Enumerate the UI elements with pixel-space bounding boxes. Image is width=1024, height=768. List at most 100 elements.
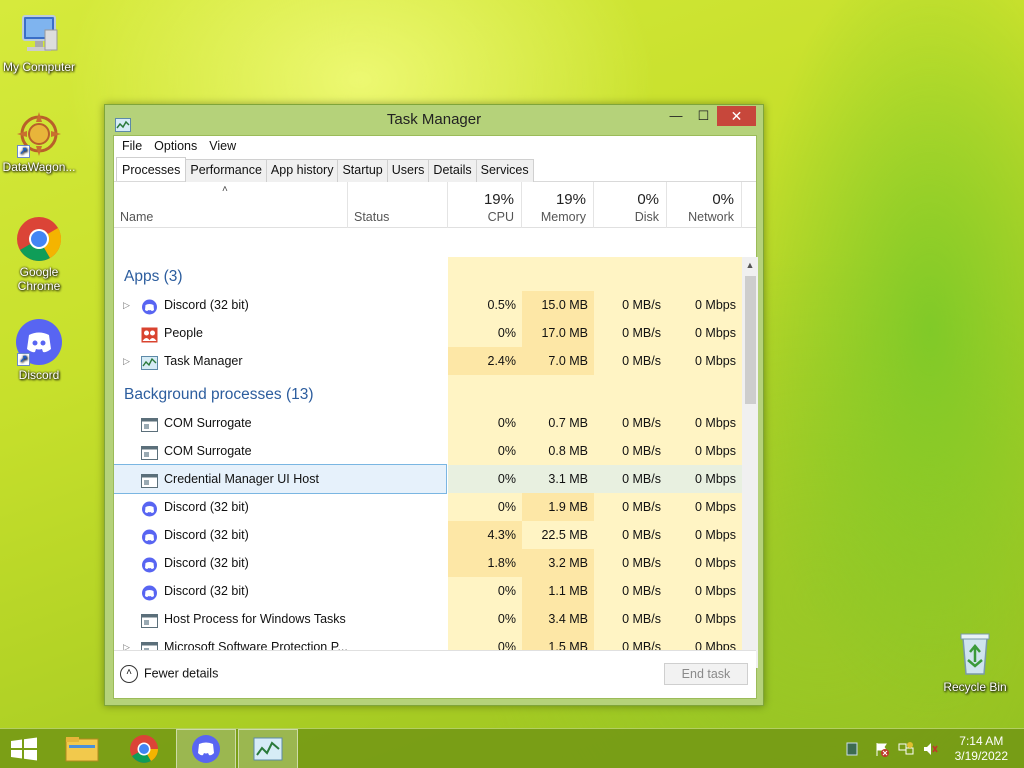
scroll-up-icon[interactable]: ▲: [742, 257, 758, 273]
tab-processes[interactable]: Processes: [116, 157, 187, 181]
process-row[interactable]: ▷ Task Manager 2.4% 7.0 MB 0 MB/s 0 Mbps: [114, 347, 742, 375]
column-header-cpu[interactable]: 19% CPU: [448, 182, 522, 228]
footer-bar: ˄ Fewer details End task: [114, 650, 756, 698]
volume-muted-icon[interactable]: [922, 741, 938, 757]
taskbar-file-explorer[interactable]: [52, 729, 112, 768]
menu-file[interactable]: File: [116, 136, 148, 156]
close-button[interactable]: ✕: [717, 106, 756, 126]
process-icon: [141, 443, 158, 460]
tab-app-history[interactable]: App history: [265, 159, 339, 182]
column-header-memory[interactable]: 19% Memory: [522, 182, 594, 228]
process-row[interactable]: Credential Manager UI Host 0% 3.1 MB 0 MB/s…: [114, 464, 742, 494]
disk-cell: 0 MB/s: [622, 528, 661, 542]
process-icon: [141, 415, 158, 432]
desktop-icon-label: My Computer: [2, 60, 76, 74]
taskbar-task-manager[interactable]: [238, 729, 298, 768]
system-clock[interactable]: 7:14 AM 3/19/2022: [955, 734, 1008, 764]
cpu-cell: 0%: [497, 416, 516, 430]
mem-cell: 7.0 MB: [522, 347, 594, 375]
people-icon: [141, 325, 158, 343]
name-cell: COM Surrogate: [114, 437, 446, 465]
minimize-button[interactable]: —: [662, 106, 690, 126]
name-cell: Discord (32 bit): [114, 577, 446, 605]
tab-details[interactable]: Details: [428, 159, 477, 182]
name-cell: Apps (3): [114, 263, 446, 291]
name-cell: Host Process for Windows Tasks: [114, 605, 446, 633]
net-cell: 0 Mbps: [695, 528, 736, 542]
process-row[interactable]: COM Surrogate 0% 0.8 MB 0 MB/s 0 Mbps: [114, 437, 742, 465]
sort-ascending-icon: ˄: [222, 184, 228, 195]
net-cell: 0 Mbps: [695, 416, 736, 430]
process-row[interactable]: Discord (32 bit) 0% 1.9 MB 0 MB/s 0 Mbps: [114, 493, 742, 521]
disk-cell: 0 MB/s: [622, 556, 661, 570]
group-label: Background processes (13): [124, 386, 314, 403]
desktop-icon-label: Recycle Bin: [943, 680, 1007, 694]
flag-icon[interactable]: [874, 741, 890, 757]
discord-icon: [141, 297, 158, 315]
cpu-cell: 1.8%: [448, 549, 522, 577]
net-cell: 0 Mbps: [695, 584, 736, 598]
column-header-disk[interactable]: 0% Disk: [594, 182, 667, 228]
network-icon[interactable]: [898, 741, 914, 757]
process-name: COM Surrogate: [164, 444, 252, 458]
desktop-icon-discord[interactable]: ↗ Discord: [0, 318, 78, 382]
process-row[interactable]: Discord (32 bit) 0% 1.1 MB 0 MB/s 0 Mbps: [114, 577, 742, 605]
menu-bar: File Options View: [114, 136, 756, 156]
shortcut-arrow-icon: ↗: [17, 145, 30, 158]
start-icon: [11, 737, 37, 761]
desktop-icon-datawagon[interactable]: ↗ DataWagon...: [0, 110, 78, 174]
taskbar-chrome[interactable]: [114, 729, 174, 768]
group-header[interactable]: Apps (3): [114, 263, 742, 291]
clock-time: 7:14 AM: [959, 734, 1004, 748]
desktop-icon-my-computer[interactable]: My Computer: [0, 10, 78, 74]
memory-total: 19%: [555, 191, 586, 208]
disk-cell: 0 MB/s: [622, 584, 661, 598]
mem-cell: 3.1 MB: [522, 465, 594, 493]
action-center-icon[interactable]: [844, 741, 860, 757]
process-row[interactable]: Host Process for Windows Tasks 0% 3.4 MB 0 …: [114, 605, 742, 633]
scrollbar-thumb[interactable]: [745, 276, 756, 404]
cpu-total: 19%: [483, 191, 514, 208]
tab-services[interactable]: Services: [475, 159, 534, 182]
column-header-status[interactable]: Status: [348, 182, 448, 228]
process-row[interactable]: Discord (32 bit) 4.3% 22.5 MB 0 MB/s 0 Mbps: [114, 521, 742, 549]
process-icon: [141, 611, 158, 628]
discord-icon: [192, 735, 220, 763]
menu-view[interactable]: View: [203, 136, 242, 156]
discord-icon: [141, 583, 158, 601]
disk-cell: 0 MB/s: [622, 612, 661, 626]
chevron-up-icon: ˄: [120, 665, 138, 683]
tab-users[interactable]: Users: [386, 159, 430, 182]
column-header-name[interactable]: ˄ Name: [114, 182, 348, 228]
title-bar[interactable]: Task Manager — ☐ ✕: [105, 105, 763, 135]
desktop-icon-chrome[interactable]: Google Chrome: [0, 215, 78, 293]
process-row[interactable]: People 0% 17.0 MB 0 MB/s 0 Mbps: [114, 319, 742, 347]
mem-cell: 17.0 MB: [522, 319, 594, 347]
discord-icon: [141, 555, 158, 573]
end-task-button[interactable]: End task: [664, 663, 748, 685]
group-header[interactable]: Background processes (13): [114, 381, 742, 409]
expand-chevron-icon[interactable]: ▷: [123, 291, 130, 319]
column-header-network[interactable]: 0% Network: [667, 182, 742, 228]
disk-cell: 0 MB/s: [622, 416, 661, 430]
process-row[interactable]: Discord (32 bit) 1.8% 3.2 MB 0 MB/s 0 Mbps: [114, 549, 742, 577]
cpu-cell: 0%: [497, 326, 516, 340]
process-name: People: [164, 326, 203, 340]
tab-startup[interactable]: Startup: [337, 159, 388, 182]
net-cell: 0 Mbps: [695, 612, 736, 626]
taskbar: 7:14 AM 3/19/2022: [0, 728, 1024, 768]
desktop-icon-recycle-bin[interactable]: Recycle Bin: [936, 630, 1014, 694]
taskbar-discord[interactable]: [176, 729, 236, 768]
expand-chevron-icon[interactable]: ▷: [123, 347, 130, 375]
mem-cell: 1.1 MB: [522, 577, 594, 605]
process-row[interactable]: COM Surrogate 0% 0.7 MB 0 MB/s 0 Mbps: [114, 409, 742, 437]
maximize-button[interactable]: ☐: [690, 106, 717, 126]
fewer-details-button[interactable]: ˄ Fewer details: [120, 665, 218, 683]
tab-performance[interactable]: Performance: [185, 159, 267, 182]
start-button[interactable]: [0, 729, 48, 768]
discord-icon: ↗: [15, 318, 63, 366]
menu-options[interactable]: Options: [148, 136, 203, 156]
vertical-scrollbar[interactable]: ▲ ▼: [742, 257, 758, 668]
process-row[interactable]: ▷ Discord (32 bit) 0.5% 15.0 MB 0 MB/s 0 Mbps: [114, 291, 742, 319]
cpu-cell: 0%: [497, 612, 516, 626]
